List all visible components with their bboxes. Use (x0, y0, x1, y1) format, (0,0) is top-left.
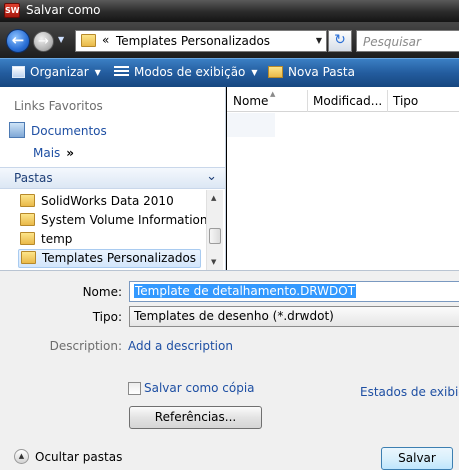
tree-item-system-volume[interactable]: System Volume Information (20, 212, 206, 231)
folder-tree: SolidWorks Data 2010 System Volume Infor… (0, 190, 206, 270)
hide-folders-toggle[interactable]: Ocultar pastas (35, 450, 122, 464)
column-divider[interactable] (307, 90, 308, 112)
search-placeholder: Pesquisar (363, 35, 421, 49)
collapse-up-icon[interactable]: ▲ (14, 449, 29, 464)
organize-icon (12, 66, 25, 78)
organize-label: Organizar (30, 65, 89, 79)
arrow-left-icon: ← (11, 31, 25, 49)
refresh-icon: ↻ (334, 32, 346, 48)
double-chevron-icon: » (66, 146, 75, 160)
tree-item-label: System Volume Information (41, 213, 206, 227)
scroll-down-icon[interactable]: ▼ (211, 258, 216, 266)
more-favorites-link[interactable]: Mais » (33, 146, 74, 160)
column-header-modified[interactable]: Modificad... (313, 94, 382, 108)
address-bar[interactable]: « Templates Personalizados ▼ (75, 30, 327, 52)
tree-item-label: temp (41, 232, 73, 246)
filetype-value: Templates de desenho (*.drwdot) (134, 309, 334, 323)
views-menu[interactable]: Modos de exibição ▼ (114, 65, 258, 79)
save-form: Nome: Template de detalhamento.DRWDOT Ti… (0, 270, 459, 470)
add-description-link[interactable]: Add a description (128, 339, 233, 353)
type-label: Tipo: (92, 310, 122, 324)
favorite-label: Documentos (31, 124, 107, 138)
folder-icon (20, 213, 35, 226)
chevron-down-icon[interactable]: ⌄ (206, 169, 217, 184)
display-states-link[interactable]: Estados de exibição (360, 385, 459, 399)
column-header-type[interactable]: Tipo (393, 94, 418, 108)
column-label: Nome (233, 94, 269, 108)
column-header-name[interactable]: ▲ Nome (233, 90, 275, 108)
breadcrumb[interactable]: Templates Personalizados (116, 34, 270, 48)
views-label: Modos de exibição (134, 65, 246, 79)
chevron-down-icon: ▼ (94, 68, 101, 77)
description-label: Description: (49, 339, 122, 353)
navigation-bar: ← → ▼ « Templates Personalizados ▼ ↻ Pes… (0, 22, 459, 58)
breadcrumb-overflow[interactable]: « (102, 33, 109, 47)
navigation-pane: Links Favoritos Documentos Mais » Pastas … (0, 87, 226, 270)
recent-pages-dropdown[interactable]: ▼ (58, 35, 64, 44)
refresh-button[interactable]: ↻ (328, 30, 352, 52)
folders-header[interactable]: Pastas ⌄ (0, 167, 225, 189)
new-folder-label: Nova Pasta (288, 65, 355, 79)
more-label: Mais (33, 146, 61, 160)
empty-list-area (227, 113, 275, 137)
folder-icon (21, 251, 36, 264)
favorites-heading: Links Favoritos (14, 99, 103, 113)
title-bar: SW Salvar como (0, 0, 459, 22)
save-as-copy-checkbox[interactable] (128, 382, 141, 395)
file-list-pane: ▲ Nome Modificad... Tipo (227, 87, 459, 270)
search-input[interactable]: Pesquisar (356, 30, 459, 52)
chevron-down-icon[interactable]: ▼ (316, 36, 322, 45)
solidworks-app-icon: SW (4, 3, 20, 18)
filetype-select[interactable]: Templates de desenho (*.drwdot) (129, 306, 459, 327)
references-button[interactable]: Referências... (129, 406, 262, 429)
column-headers: ▲ Nome Modificad... Tipo (227, 90, 459, 112)
window-title: Salvar como (26, 3, 101, 17)
folder-icon (20, 194, 35, 207)
documents-icon (9, 122, 25, 138)
scrollbar-thumb[interactable] (209, 228, 221, 244)
tree-item-label: Templates Personalizados (42, 251, 197, 265)
new-folder-button[interactable]: Nova Pasta (268, 65, 355, 79)
chevron-down-icon: ▼ (251, 68, 258, 77)
column-divider[interactable] (387, 90, 388, 112)
tree-item-label: SolidWorks Data 2010 (41, 194, 174, 208)
tree-item-temp[interactable]: temp (20, 231, 76, 250)
favorite-link-documents[interactable]: Documentos (9, 122, 107, 138)
filename-input[interactable]: Template de detalhamento.DRWDOT (129, 281, 459, 302)
command-toolbar: Organizar ▼ Modos de exibição ▼ Nova Pasta (0, 58, 459, 87)
sort-ascending-icon: ▲ (270, 90, 276, 98)
folder-icon (81, 34, 96, 47)
save-as-copy-label[interactable]: Salvar como cópia (144, 381, 255, 395)
filename-value: Template de detalhamento.DRWDOT (134, 284, 357, 298)
back-button[interactable]: ← (6, 29, 30, 53)
new-folder-icon (268, 66, 283, 78)
organize-menu[interactable]: Organizar ▼ (12, 65, 101, 79)
scroll-up-icon[interactable]: ▲ (211, 194, 216, 202)
arrow-right-icon: → (38, 34, 49, 49)
forward-button[interactable]: → (33, 31, 54, 52)
folders-heading: Pastas (14, 171, 53, 185)
tree-item-templates-personalizados[interactable]: Templates Personalizados (18, 249, 202, 268)
name-label: Nome: (82, 285, 122, 299)
folder-icon (20, 232, 35, 245)
views-icon (114, 66, 129, 78)
save-button[interactable]: Salvar (381, 447, 453, 470)
tree-item-solidworks-data[interactable]: SolidWorks Data 2010 (20, 193, 178, 212)
folder-tree-scrollbar[interactable]: ▲ ▼ (206, 190, 223, 270)
